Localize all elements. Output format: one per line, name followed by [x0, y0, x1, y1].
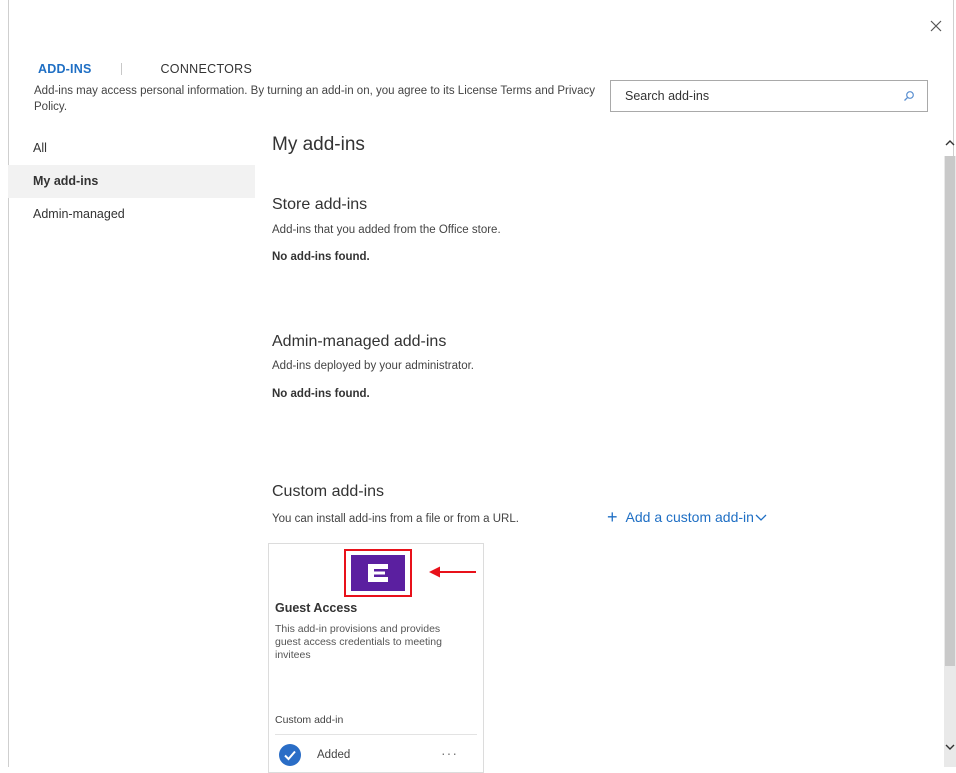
tab-connectors[interactable]: CONNECTORS — [160, 62, 252, 76]
tab-bar: ADD-INS CONNECTORS — [38, 62, 252, 76]
sidebar-item-admin-managed[interactable]: Admin-managed — [8, 198, 255, 231]
more-options-button[interactable]: ··· — [441, 745, 458, 761]
store-add-ins-empty: No add-ins found. — [272, 251, 370, 263]
scroll-down-icon[interactable] — [944, 740, 956, 754]
red-arrow-annotation-icon — [429, 566, 476, 578]
page-title: My add-ins — [272, 134, 365, 155]
admin-add-ins-desc: Add-ins deployed by your administrator. — [272, 360, 474, 372]
sidebar-item-all[interactable]: All — [8, 132, 255, 165]
search-input[interactable] — [625, 89, 885, 103]
store-add-ins-desc: Add-ins that you added from the Office s… — [272, 224, 501, 236]
add-custom-add-in-button[interactable]: + Add a custom add-in — [607, 507, 767, 527]
close-button[interactable] — [926, 16, 946, 36]
store-add-ins-heading: Store add-ins — [272, 196, 368, 213]
admin-add-ins-heading: Admin-managed add-ins — [272, 333, 447, 350]
add-in-description: This add-in provisions and provides gues… — [275, 623, 442, 661]
add-in-logo — [351, 555, 405, 591]
logo-highlight — [344, 549, 412, 597]
sidebar: All My add-ins Admin-managed — [8, 132, 255, 231]
vertical-scrollbar[interactable] — [944, 120, 956, 767]
custom-add-ins-heading: Custom add-ins — [272, 483, 385, 500]
added-status: Added — [317, 749, 351, 761]
card-divider — [275, 734, 477, 735]
extreme-logo-icon — [368, 564, 388, 582]
scroll-up-icon[interactable] — [944, 136, 956, 150]
plus-icon: + — [607, 507, 618, 527]
add-in-type: Custom add-in — [275, 714, 344, 726]
admin-add-ins-empty: No add-ins found. — [272, 388, 370, 400]
tab-divider — [121, 63, 123, 75]
search-icon[interactable] — [903, 90, 915, 102]
add-in-name: Guest Access — [275, 601, 358, 615]
search-box[interactable] — [610, 80, 928, 112]
chevron-down-icon — [755, 514, 767, 521]
custom-add-ins-desc: You can install add-ins from a file or f… — [272, 513, 519, 525]
tab-add-ins[interactable]: ADD-INS — [38, 62, 91, 76]
added-check-icon — [279, 744, 301, 766]
sidebar-item-my-add-ins[interactable]: My add-ins — [8, 165, 255, 198]
close-icon — [930, 20, 942, 32]
add-custom-add-in-label: Add a custom add-in — [625, 509, 754, 525]
license-notice: Add-ins may access personal information.… — [34, 85, 596, 113]
scrollbar-thumb[interactable] — [945, 156, 955, 666]
